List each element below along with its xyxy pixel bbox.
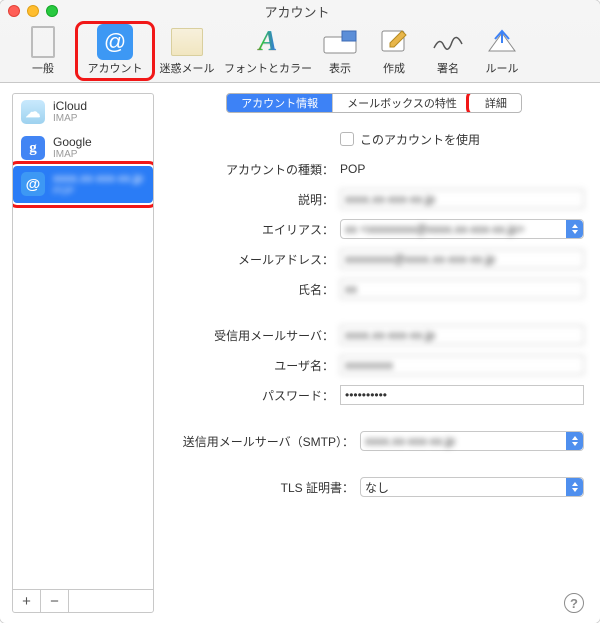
at-icon: @ xyxy=(21,172,45,196)
sidebar-item-sublabel: POP xyxy=(53,186,143,197)
tls-select[interactable]: なし xyxy=(360,477,584,497)
viewing-icon xyxy=(322,26,358,58)
description-input[interactable] xyxy=(340,189,584,209)
username-input[interactable] xyxy=(340,355,584,375)
alias-label: エイリアス： xyxy=(164,221,334,238)
incoming-server-input[interactable] xyxy=(340,325,584,345)
toolbar-composing-label: 作成 xyxy=(383,60,405,76)
toolbar-accounts-label: アカウント xyxy=(88,60,143,76)
chevron-updown-icon xyxy=(566,220,583,238)
toolbar-viewing[interactable]: 表示 xyxy=(314,26,366,76)
alias-select[interactable]: xx <xxxxxxxx@xxxx.xx-xxx-xx.jp> xyxy=(340,219,584,239)
tab-mailbox-behaviors[interactable]: メールボックスの特性 xyxy=(332,94,471,112)
junk-icon xyxy=(169,26,205,58)
at-icon: @ xyxy=(97,26,133,58)
toolbar-general-label: 一般 xyxy=(32,60,54,76)
account-type-value: POP xyxy=(340,162,365,176)
toolbar-accounts[interactable]: @ アカウント xyxy=(80,26,150,76)
enable-account-checkbox[interactable] xyxy=(340,132,354,146)
toolbar-signatures-label: 署名 xyxy=(437,60,459,76)
toolbar-junk[interactable]: 迷惑メール xyxy=(152,26,222,76)
sidebar-item-pop-account[interactable]: @ xxxx.xx-xxx-xx.jp POP xyxy=(13,166,153,202)
chevron-updown-icon xyxy=(566,432,583,450)
google-icon: g xyxy=(21,136,45,160)
toolbar-composing[interactable]: 作成 xyxy=(368,26,420,76)
sidebar-item-sublabel: IMAP xyxy=(53,149,92,160)
sidebar-item-google[interactable]: g Google IMAP xyxy=(13,130,153,166)
icloud-icon: ☁︎ xyxy=(21,100,45,124)
titlebar: アカウント xyxy=(0,0,600,22)
sidebar-item-icloud[interactable]: ☁︎ iCloud IMAP xyxy=(13,94,153,130)
add-account-button[interactable]: + xyxy=(13,590,41,612)
email-input[interactable] xyxy=(340,249,584,269)
tab-advanced[interactable]: 詳細 xyxy=(471,95,521,111)
account-type-label: アカウントの種類： xyxy=(164,161,334,178)
tab-account-info[interactable]: アカウント情報 xyxy=(227,94,332,112)
toolbar-signatures[interactable]: 署名 xyxy=(422,26,474,76)
tls-value: なし xyxy=(365,479,389,496)
remove-account-button[interactable]: − xyxy=(41,590,69,612)
segmented-tabs: アカウント情報 メールボックスの特性 詳細 xyxy=(226,93,522,113)
sidebar-item-sublabel: IMAP xyxy=(53,113,87,124)
signature-icon xyxy=(430,26,466,58)
toolbar-general[interactable]: 一般 xyxy=(8,26,78,76)
toolbar-junk-label: 迷惑メール xyxy=(160,60,215,76)
composing-icon xyxy=(376,26,412,58)
main-panel: アカウント情報 メールボックスの特性 詳細 このアカウントを使用 アカウントの種… xyxy=(154,83,600,623)
toolbar-rules-label: ルール xyxy=(486,60,519,76)
sidebar-item-label: Google xyxy=(53,136,92,149)
enable-account-label: このアカウントを使用 xyxy=(360,131,480,148)
toolbar-rules[interactable]: ルール xyxy=(476,26,528,76)
username-label: ユーザ名： xyxy=(164,357,334,374)
help-button[interactable]: ? xyxy=(564,593,584,613)
sidebar-footer: + − xyxy=(13,589,153,612)
description-label: 説明： xyxy=(164,191,334,208)
sidebar-item-label: xxxx.xx-xxx-xx.jp xyxy=(53,172,143,185)
chevron-updown-icon xyxy=(566,478,583,496)
email-label: メールアドレス： xyxy=(164,251,334,268)
toolbar-viewing-label: 表示 xyxy=(329,60,351,76)
sidebar-item-label: iCloud xyxy=(53,100,87,113)
alias-value: xx <xxxxxxxx@xxxx.xx-xxx-xx.jp> xyxy=(345,222,525,236)
general-icon xyxy=(25,26,61,58)
accounts-sidebar: ☁︎ iCloud IMAP g Google IMAP @ xyxy=(12,93,154,613)
fullname-input[interactable] xyxy=(340,279,584,299)
smtp-label: 送信用メールサーバ（SMTP）： xyxy=(164,433,354,450)
toolbar-fonts[interactable]: A フォントとカラー xyxy=(224,26,312,76)
close-window-icon[interactable] xyxy=(8,5,20,17)
password-input[interactable] xyxy=(340,385,584,405)
fullname-label: 氏名： xyxy=(164,281,334,298)
window-title: アカウント xyxy=(58,2,536,21)
smtp-select[interactable]: xxxx.xx-xxx-xx.jp xyxy=(360,431,584,451)
toolbar: 一般 @ アカウント 迷惑メール A フォントとカラー 表示 作成 xyxy=(0,22,600,83)
smtp-value: xxxx.xx-xxx-xx.jp xyxy=(365,434,455,448)
tls-label: TLS 証明書： xyxy=(164,479,354,496)
zoom-window-icon[interactable] xyxy=(46,5,58,17)
password-label: パスワード： xyxy=(164,387,334,404)
toolbar-fonts-label: フォントとカラー xyxy=(224,60,312,76)
minimize-window-icon[interactable] xyxy=(27,5,39,17)
rules-icon xyxy=(484,26,520,58)
fonts-icon: A xyxy=(250,26,286,58)
incoming-server-label: 受信用メールサーバ： xyxy=(164,327,334,344)
